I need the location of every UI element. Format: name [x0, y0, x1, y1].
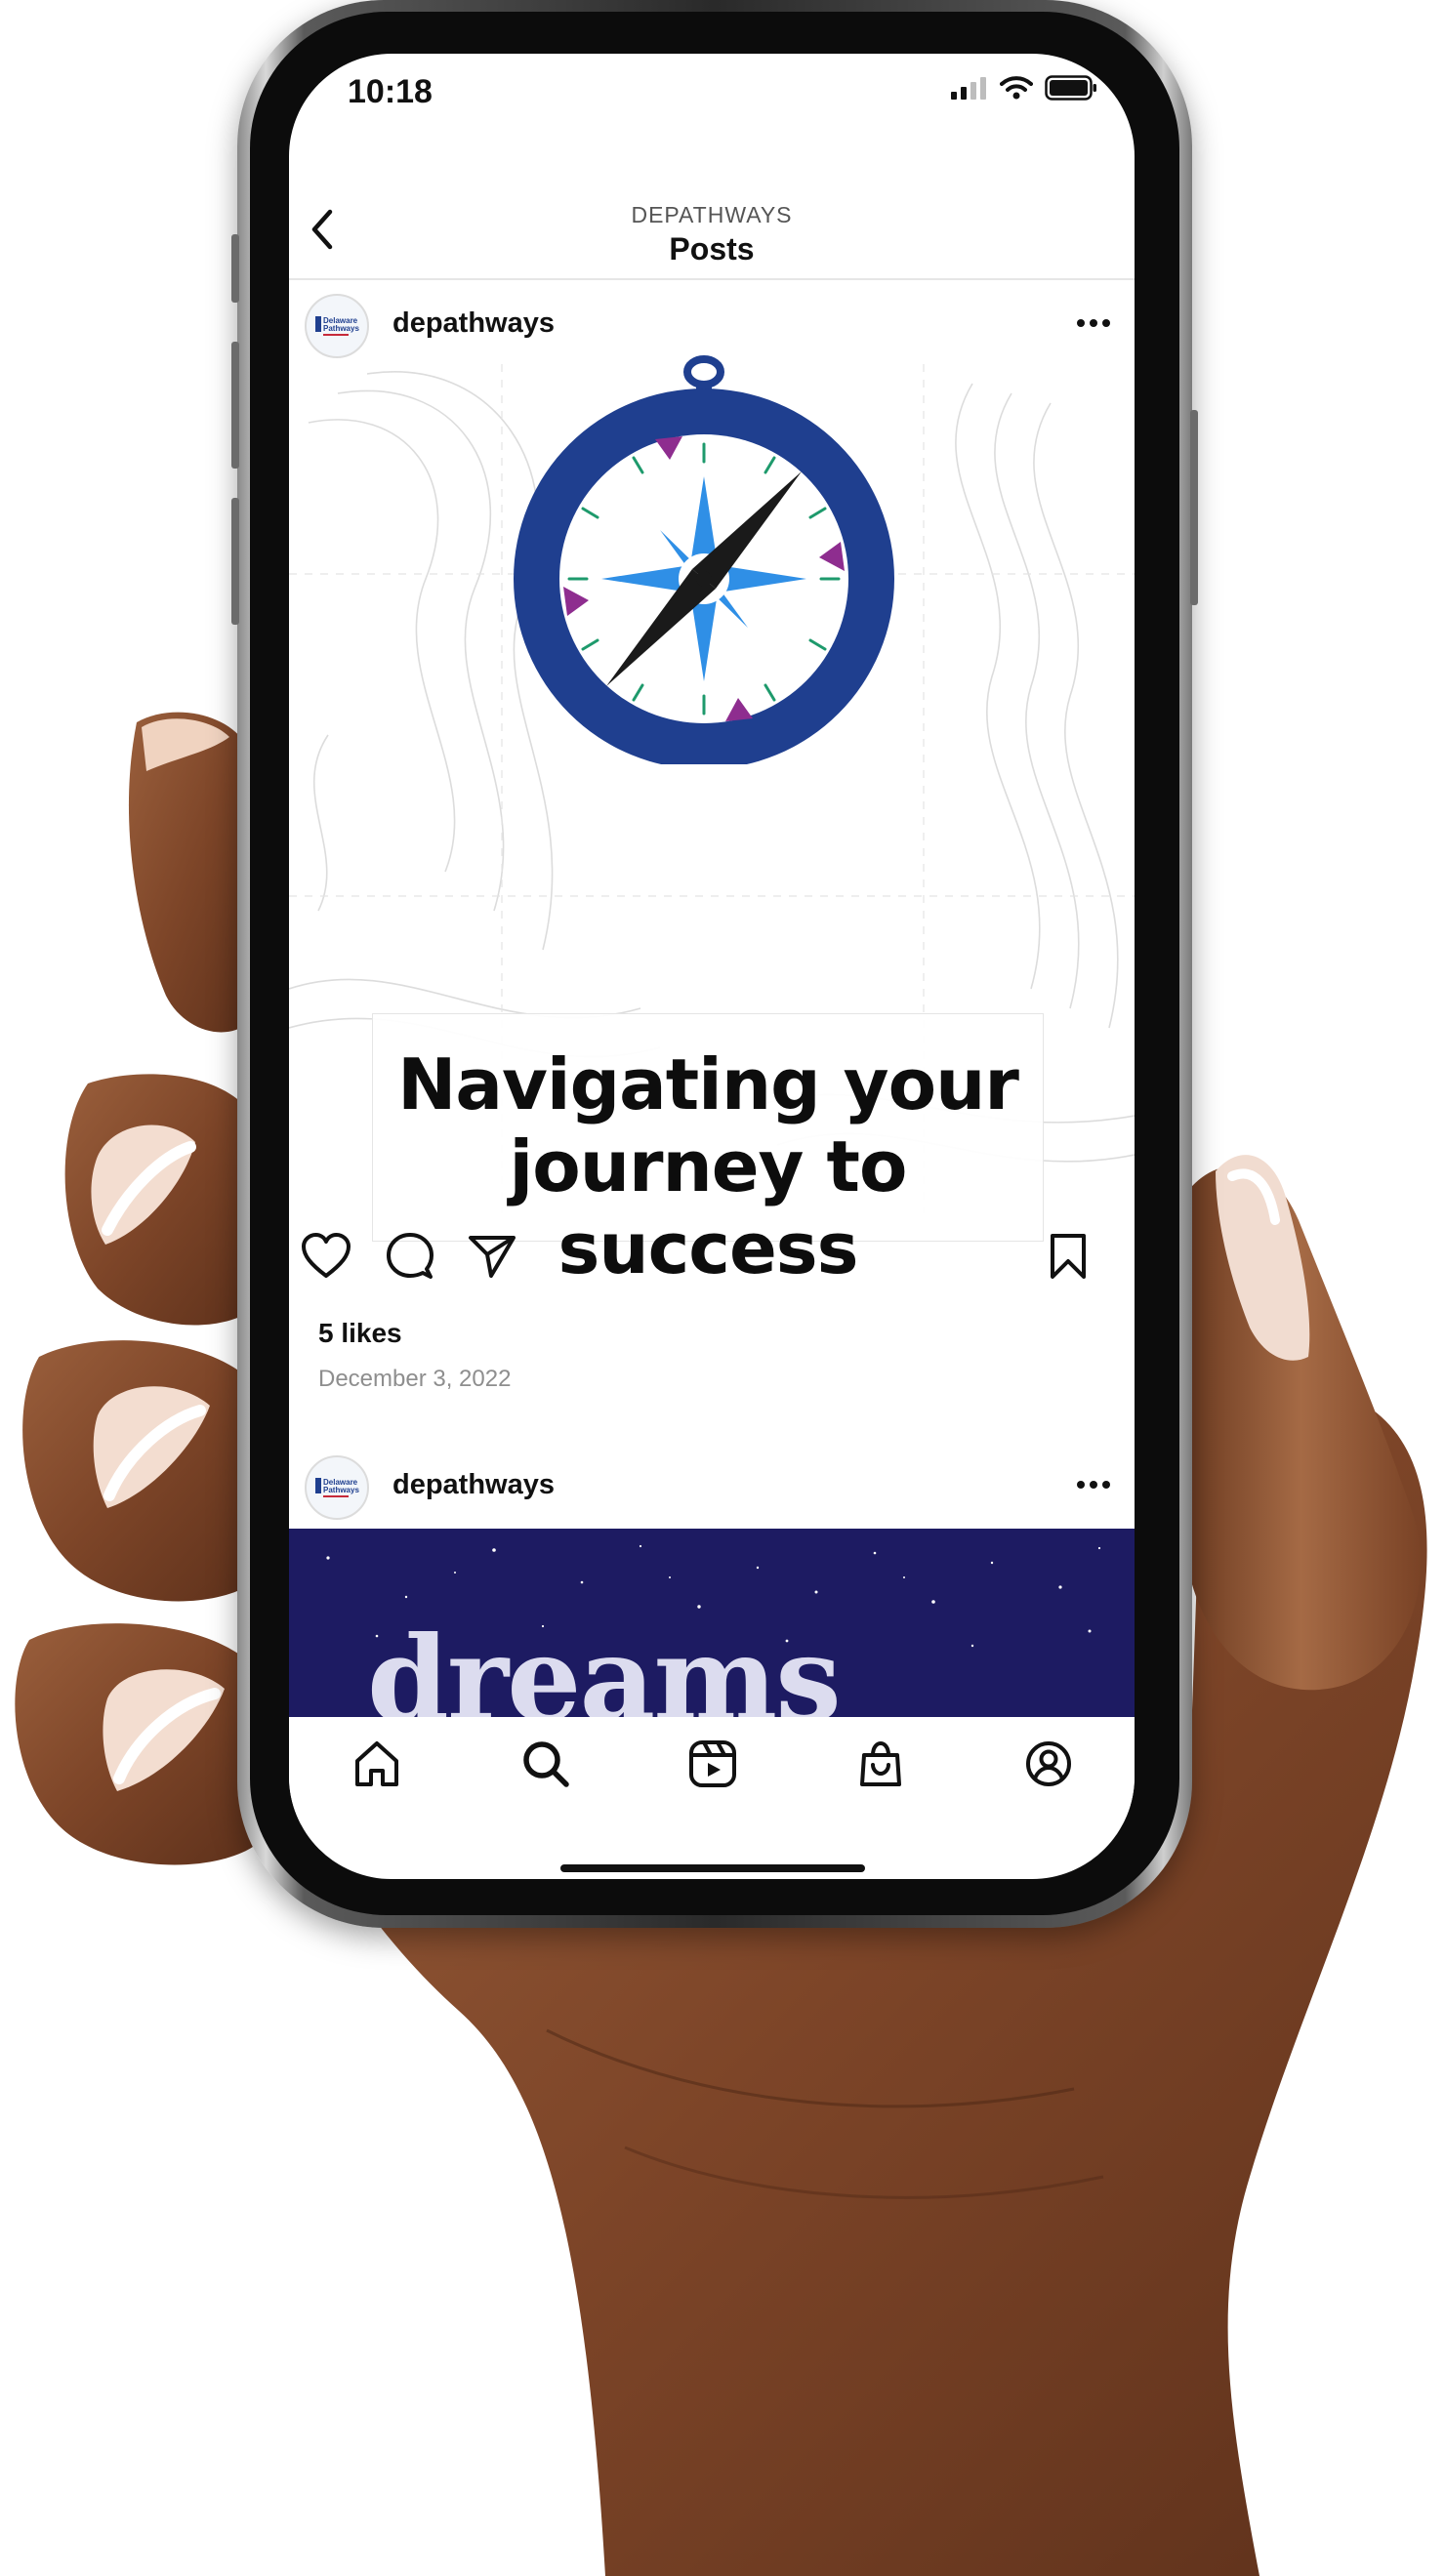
tab-profile[interactable] — [1019, 1735, 1078, 1793]
battery-icon — [1045, 75, 1096, 101]
photo-stage: 10:18 DEPATHWAYS Posts Delaware Pathways… — [0, 0, 1445, 2576]
avatar[interactable]: Delaware Pathways — [305, 1455, 369, 1520]
reels-icon — [689, 1740, 736, 1787]
tab-reels[interactable] — [683, 1735, 742, 1793]
bookmark-icon — [1051, 1234, 1086, 1279]
post-image[interactable]: Navigating your journey to success — [289, 355, 1135, 1289]
post-date: December 3, 2022 — [318, 1366, 512, 1392]
comment-icon — [387, 1233, 434, 1279]
cellular-signal-icon — [951, 77, 986, 100]
headline-line-1: Navigating your — [397, 1043, 1019, 1125]
tab-shop[interactable] — [851, 1735, 910, 1793]
phone-screen: 10:18 DEPATHWAYS Posts Delaware Pathways… — [289, 54, 1135, 1879]
post-actions — [289, 1213, 1135, 1297]
heart-icon — [302, 1233, 351, 1278]
compass-illustration — [514, 355, 894, 764]
account-label: DEPATHWAYS — [631, 202, 793, 227]
save-button[interactable] — [1041, 1229, 1095, 1284]
posts-header: DEPATHWAYS Posts — [289, 142, 1135, 280]
post-username[interactable]: depathways — [392, 1469, 555, 1501]
post-image[interactable]: dreams — [289, 1529, 1135, 1724]
avatar-text-line2: Pathways — [323, 324, 359, 333]
shop-icon — [860, 1740, 901, 1786]
search-icon — [523, 1741, 569, 1787]
phone-volume-up-button — [231, 342, 239, 469]
like-button[interactable] — [299, 1229, 353, 1284]
phone-side-button — [231, 234, 239, 303]
avatar-text-line2: Pathways — [323, 1486, 359, 1494]
wifi-icon — [1000, 76, 1033, 100]
avatar[interactable]: Delaware Pathways — [305, 294, 369, 358]
post-header: Delaware Pathways depathways — [289, 1440, 1135, 1528]
phone-power-button — [1190, 410, 1198, 605]
post-more-button[interactable] — [1074, 306, 1113, 341]
send-icon — [469, 1236, 516, 1278]
status-bar: 10:18 — [289, 54, 1135, 132]
ellipsis-icon — [1077, 1481, 1110, 1489]
home-indicator[interactable] — [560, 1864, 865, 1872]
tab-search[interactable] — [516, 1735, 575, 1793]
post-image-word: dreams — [367, 1611, 842, 1725]
home-icon — [355, 1741, 398, 1786]
tab-home[interactable] — [348, 1735, 406, 1793]
delaware-pathways-logo: Delaware Pathways — [315, 316, 359, 336]
profile-icon — [1026, 1741, 1071, 1786]
status-icons — [951, 75, 1097, 101]
ellipsis-icon — [1077, 319, 1110, 327]
delaware-pathways-logo: Delaware Pathways — [315, 1478, 359, 1497]
headline-box: Navigating your journey to success — [372, 1013, 1044, 1289]
status-time: 10:18 — [348, 73, 433, 110]
like-count[interactable]: 5 likes — [318, 1318, 402, 1349]
bottom-tab-bar — [289, 1717, 1135, 1824]
phone-volume-down-button — [231, 498, 239, 625]
page-title: Posts — [669, 231, 755, 266]
comment-button[interactable] — [383, 1229, 437, 1284]
post-more-button[interactable] — [1074, 1467, 1113, 1502]
share-button[interactable] — [465, 1229, 519, 1284]
